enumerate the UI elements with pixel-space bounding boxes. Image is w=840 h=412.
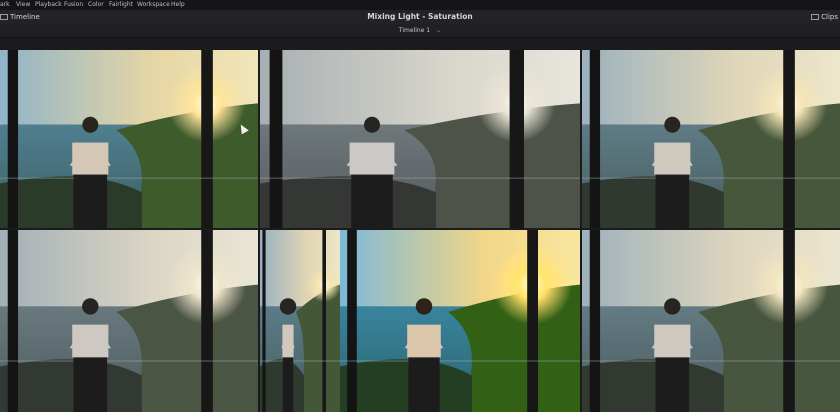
timeline-selector[interactable]: Timeline 1 ⌄ [0,24,840,38]
grade-tile-5[interactable] [260,230,340,412]
timeline-name: Timeline 1 [398,27,431,34]
menu-item-help[interactable]: Help [171,0,185,10]
menu-item-fusion[interactable]: Fusion [64,0,83,10]
grade-tile-6[interactable] [340,230,580,412]
video-frame [582,230,840,412]
grade-tile-3[interactable] [582,50,840,228]
chevron-down-icon: ⌄ [436,27,442,34]
grade-tile-1[interactable] [0,50,258,228]
video-frame [0,50,258,228]
split-screen-viewer [0,47,840,412]
clips-icon [811,14,820,20]
divider [0,37,840,38]
menu-item-playback[interactable]: Playback [35,0,62,10]
title-bar: Timeline Mixing Light - Saturation Clips [0,10,840,24]
project-title: Mixing Light - Saturation [367,12,473,21]
grade-tile-4[interactable] [0,230,258,412]
grade-tile-7[interactable] [582,230,840,412]
video-frame [260,50,580,228]
grade-tile-2[interactable] [260,50,580,228]
video-frame [0,230,258,412]
menu-item-color[interactable]: Color [88,0,104,10]
menu-bar: ark View Playback Fusion Color Fairlight… [0,0,840,10]
menu-item-fairlight[interactable]: Fairlight [109,0,133,10]
menu-item-mark[interactable]: ark [0,0,10,10]
menu-item-workspace[interactable]: Workspace [137,0,170,10]
video-frame [340,230,580,412]
video-frame [260,230,340,412]
menu-item-view[interactable]: View [16,0,30,10]
clips-toggle-label: Clips [821,13,838,21]
clips-toggle[interactable]: Clips [811,10,838,24]
video-frame [582,50,840,228]
